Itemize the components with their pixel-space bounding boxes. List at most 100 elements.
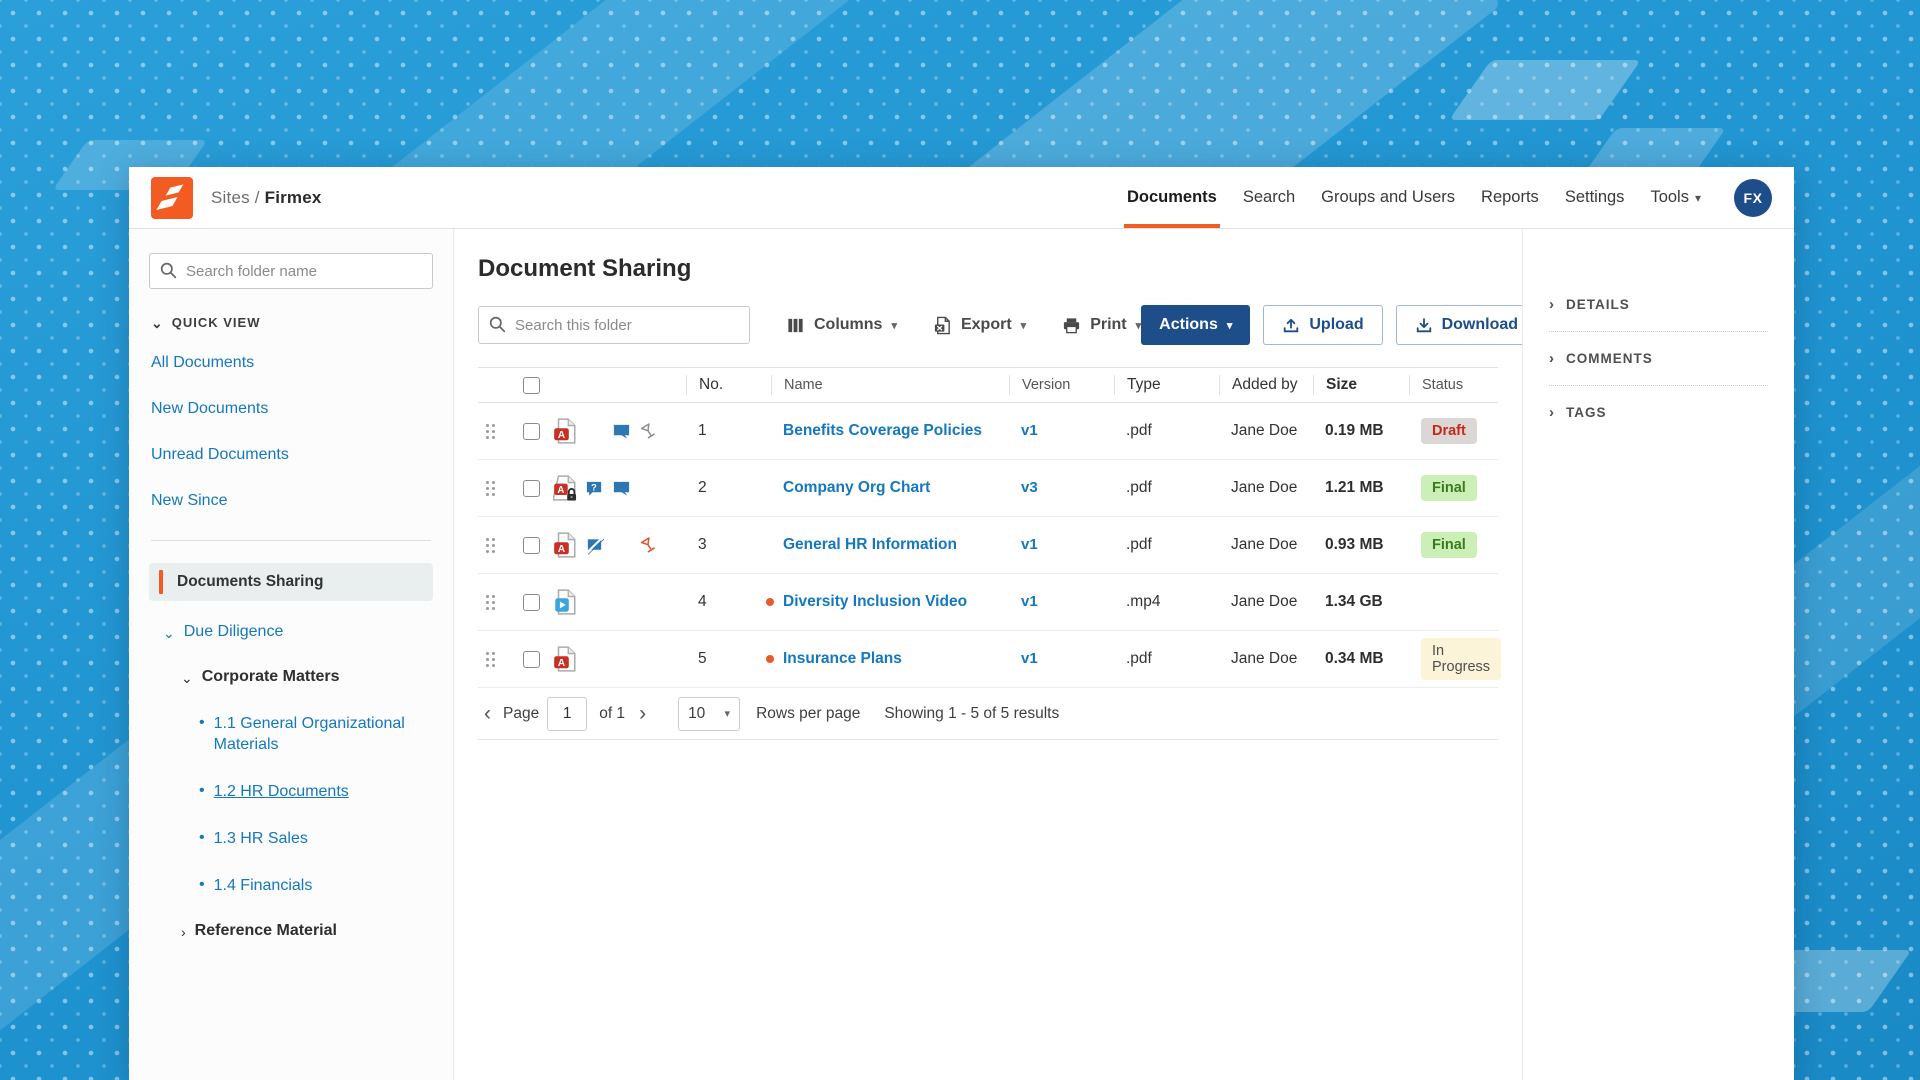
sidebar-item-new-documents[interactable]: New Documents <box>151 400 433 418</box>
nav-tab-reports[interactable]: Reports <box>1468 167 1552 228</box>
rows-per-page-label: Rows per page <box>756 705 860 723</box>
cell-added-by: Jane Doe <box>1219 536 1313 554</box>
column-header-no[interactable]: No. <box>686 375 771 395</box>
sidebar-item-all-documents[interactable]: All Documents <box>151 354 433 372</box>
column-header-type[interactable]: Type <box>1114 375 1219 395</box>
folder-item-1-4-financials[interactable]: • 1.4 Financials <box>199 875 433 896</box>
quick-view-label: QUICK VIEW <box>172 315 261 330</box>
export-file-icon <box>933 316 952 335</box>
export-label: Export <box>961 316 1012 334</box>
column-header-version[interactable]: Version <box>1009 375 1114 395</box>
row-checkbox[interactable] <box>523 537 540 554</box>
quick-view-header[interactable]: ⌄ QUICK VIEW <box>151 315 433 330</box>
rows-per-page-select[interactable]: 10 ▾ <box>678 697 740 731</box>
section-label: TAGS <box>1566 405 1607 420</box>
question-bubble-icon[interactable] <box>585 479 604 498</box>
column-header-size[interactable]: Size <box>1313 375 1409 395</box>
sidebar-item-unread-documents[interactable]: Unread Documents <box>151 446 433 464</box>
chevron-down-icon: ⌄ <box>151 319 164 327</box>
actions-button[interactable]: Actions ▾ <box>1141 305 1250 345</box>
cell-type: .pdf <box>1114 479 1219 497</box>
folder-item-due-diligence[interactable]: ⌄ Due Diligence <box>163 623 433 642</box>
columns-button[interactable]: Columns ▾ <box>786 316 897 335</box>
document-link[interactable]: Benefits Coverage Policies <box>783 422 982 439</box>
folder-item-reference-material[interactable]: › Reference Material <box>181 922 433 940</box>
panel-section-comments[interactable]: › COMMENTS <box>1549 331 1768 385</box>
chevron-down-icon[interactable]: ⌄ <box>181 670 193 687</box>
version-link[interactable]: v1 <box>1021 422 1038 439</box>
table-row: 3 General HR Information v1 .pdf Jane Do… <box>478 517 1498 574</box>
folder-item-corporate-matters[interactable]: ⌄ Corporate Matters <box>181 668 433 687</box>
nav-tab-groups-and-users[interactable]: Groups and Users <box>1308 167 1468 228</box>
print-button[interactable]: Print ▾ <box>1062 316 1141 335</box>
row-checkbox[interactable] <box>523 423 540 440</box>
download-button[interactable]: Download <box>1396 305 1537 345</box>
folder-item-1-2-hr-documents[interactable]: • 1.2 HR Documents <box>199 781 433 802</box>
folder-label: 1.1 General Organizational Materials <box>214 713 414 755</box>
select-all-checkbox[interactable] <box>523 377 540 394</box>
document-link[interactable]: Insurance Plans <box>783 650 902 667</box>
pdf-file-icon <box>553 418 577 444</box>
version-link[interactable]: v3 <box>1021 479 1038 496</box>
breadcrumb-current: Firmex <box>265 188 322 207</box>
folder-label: Documents Sharing <box>177 573 323 591</box>
drag-handle-icon[interactable] <box>486 481 495 496</box>
cell-size: 1.34 GB <box>1313 593 1409 611</box>
nav-tab-tools[interactable]: Tools ▾ <box>1637 167 1714 228</box>
column-header-name[interactable]: Name <box>771 375 1009 395</box>
drag-handle-icon[interactable] <box>486 424 495 439</box>
page-number-input[interactable] <box>547 697 587 731</box>
drag-handle-icon[interactable] <box>486 538 495 553</box>
flag-slash-icon[interactable] <box>585 536 604 555</box>
previous-page-icon[interactable]: ‹ <box>478 703 497 724</box>
user-avatar[interactable]: FX <box>1734 179 1772 217</box>
folder-item-documents-sharing[interactable]: Documents Sharing <box>149 563 433 601</box>
nav-label: Reports <box>1481 188 1539 207</box>
nav-tab-documents[interactable]: Documents <box>1114 167 1230 228</box>
nav-tab-search[interactable]: Search <box>1230 167 1308 228</box>
folder-item-1-3-hr-sales[interactable]: • 1.3 HR Sales <box>199 828 433 849</box>
status-badge: In Progress <box>1421 638 1501 680</box>
cell-no: 4 <box>686 593 771 611</box>
spilled-glass-red-icon[interactable] <box>639 536 658 555</box>
folder-search-input[interactable] <box>149 253 433 289</box>
version-link[interactable]: v1 <box>1021 650 1038 667</box>
cell-no: 3 <box>686 536 771 554</box>
selected-indicator-bar <box>159 570 163 594</box>
export-button[interactable]: Export ▾ <box>933 316 1026 335</box>
folder-item-1-1-general-organizational-materials[interactable]: • 1.1 General Organizational Materials <box>199 713 433 755</box>
panel-section-tags[interactable]: › TAGS <box>1549 385 1768 439</box>
document-link[interactable]: Diversity Inclusion Video <box>783 593 967 610</box>
row-checkbox[interactable] <box>523 594 540 611</box>
comment-icon[interactable] <box>612 479 631 498</box>
drag-handle-icon[interactable] <box>486 595 495 610</box>
column-header-added-by[interactable]: Added by <box>1219 375 1313 395</box>
chevron-down-icon[interactable]: ⌄ <box>163 625 175 642</box>
spilled-glass-icon[interactable] <box>639 422 658 441</box>
firmex-logo[interactable] <box>151 177 193 219</box>
chevron-right-icon[interactable]: › <box>181 924 186 940</box>
table-row: 5 Insurance Plans v1 .pdf Jane Doe 0.34 … <box>478 631 1498 688</box>
cell-size: 0.34 MB <box>1313 650 1409 668</box>
drag-handle-icon[interactable] <box>486 652 495 667</box>
panel-section-details[interactable]: › DETAILS <box>1549 277 1768 331</box>
nav-tab-settings[interactable]: Settings <box>1552 167 1638 228</box>
sidebar-item-new-since[interactable]: New Since <box>151 492 433 510</box>
next-page-icon[interactable]: › <box>633 703 652 724</box>
version-link[interactable]: v1 <box>1021 593 1038 610</box>
cell-type: .pdf <box>1114 422 1219 440</box>
row-checkbox[interactable] <box>523 480 540 497</box>
folder-contents-search-input[interactable] <box>478 306 750 344</box>
comment-icon[interactable] <box>612 422 631 441</box>
version-link[interactable]: v1 <box>1021 536 1038 553</box>
document-link[interactable]: Company Org Chart <box>783 479 930 496</box>
breadcrumb-root[interactable]: Sites <box>211 188 250 207</box>
upload-button[interactable]: Upload <box>1263 305 1382 345</box>
column-header-status[interactable]: Status <box>1409 375 1498 395</box>
cell-type: .pdf <box>1114 650 1219 668</box>
search-icon <box>488 315 507 334</box>
document-link[interactable]: General HR Information <box>783 536 957 553</box>
top-bar: Sites / Firmex Documents Search Groups a… <box>129 167 1794 229</box>
page-label: Page <box>503 705 539 723</box>
row-checkbox[interactable] <box>523 651 540 668</box>
